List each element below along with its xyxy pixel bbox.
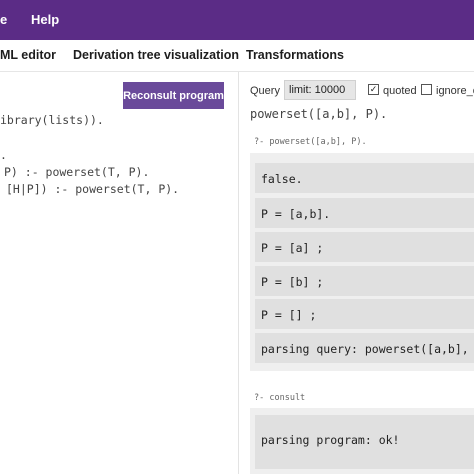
answer-row: P = [a,b]. xyxy=(255,198,474,228)
tab-bar: ML editor Derivation tree visualization … xyxy=(0,40,474,72)
top-menu-bar: e Help xyxy=(0,0,474,40)
limit-input[interactable]: limit: 10000 xyxy=(284,80,356,100)
tab-transformations[interactable]: Transformations xyxy=(246,48,344,62)
consult-results: parsing program: ok! xyxy=(250,408,474,474)
consult-answer-row: parsing program: ok! xyxy=(255,415,474,469)
code-line-3: P) :- powerset(T, P). xyxy=(4,165,150,179)
program-editor[interactable] xyxy=(0,72,238,474)
code-line-2: . xyxy=(0,148,7,162)
code-line-1: ibrary(lists)). xyxy=(0,113,104,127)
quoted-label: quoted xyxy=(383,85,417,97)
query-input[interactable]: powerset([a,b], P). xyxy=(250,107,387,121)
quoted-checkbox[interactable]: ✓ xyxy=(368,84,379,95)
answer-text: P = [a,b]. xyxy=(261,207,331,221)
reconsult-program-button[interactable]: Reconsult program xyxy=(123,82,224,109)
answer-text: parsing query: powerset([a,b], xyxy=(261,342,469,356)
history-query-label: ?- powerset([a,b], P). xyxy=(254,137,367,147)
answer-text: P = [] ; xyxy=(261,308,317,322)
answer-row: P = [] ; xyxy=(255,299,474,329)
consult-answer-text: parsing program: ok! xyxy=(261,433,400,447)
code-line-4: [H|P]) :- powerset(T, P). xyxy=(6,182,180,196)
menu-help[interactable]: Help xyxy=(31,12,59,27)
ignore-checkbox[interactable] xyxy=(421,84,432,95)
answer-text: P = [a] ; xyxy=(261,241,324,255)
answer-row: false. xyxy=(255,163,474,193)
answer-text: P = [b] ; xyxy=(261,275,324,289)
menu-item-partial[interactable]: e xyxy=(0,12,7,27)
tab-derivation-tree[interactable]: Derivation tree visualization xyxy=(73,48,239,62)
tab-html-editor[interactable]: ML editor xyxy=(0,48,56,62)
history-consult-label: ?- consult xyxy=(254,393,306,403)
query-results: false. P = [a,b]. P = [a] ; P = [b] ; P … xyxy=(250,153,474,371)
answer-text: false. xyxy=(261,172,303,186)
answer-row: parsing query: powerset([a,b], xyxy=(255,333,474,363)
query-label: Query xyxy=(250,85,280,97)
ignore-label: ignore_o xyxy=(436,85,474,97)
answer-row: P = [a] ; xyxy=(255,232,474,262)
answer-row: P = [b] ; xyxy=(255,266,474,296)
